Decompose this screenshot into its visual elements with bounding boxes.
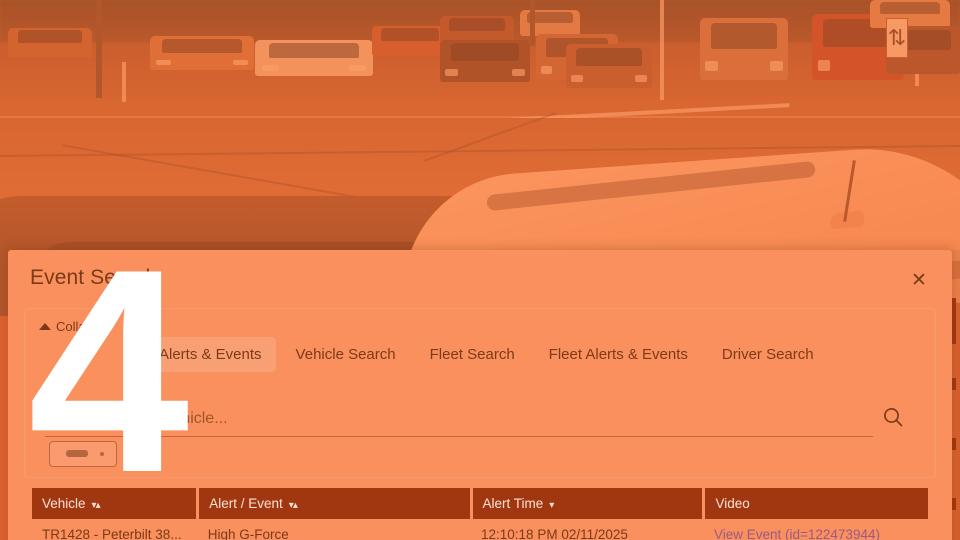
close-icon[interactable]: ✕ bbox=[906, 268, 932, 294]
collapse-toggle[interactable]: Collapse bbox=[39, 319, 107, 334]
modal-header: Event Search ✕ bbox=[8, 250, 952, 308]
tab-vehicle-search[interactable]: Vehicle Search bbox=[282, 337, 410, 372]
vehicle bbox=[255, 40, 373, 76]
column-header-video[interactable]: Video bbox=[703, 488, 928, 519]
page-title: Event Search bbox=[30, 266, 158, 289]
sort-icon[interactable]: ▾▴ bbox=[92, 500, 101, 511]
column-label: Alert / Event bbox=[209, 496, 283, 511]
sort-icon[interactable]: ▾▴ bbox=[289, 500, 298, 511]
lane-marking bbox=[660, 0, 664, 100]
event-search-modal: Event Search ✕ Collapse Alerts & Events … bbox=[8, 250, 952, 540]
column-header-vehicle[interactable]: Vehicle ▾▴ bbox=[32, 488, 200, 519]
table-header-row: Vehicle ▾▴ Alert / Event ▾▴ Alert Time ▾ Vi… bbox=[32, 488, 928, 519]
column-label: Video bbox=[715, 496, 750, 511]
table-row[interactable]: TR1428 - Peterbilt 38... High G-Force 12… bbox=[32, 519, 928, 540]
vehicle bbox=[372, 26, 448, 56]
vehicle bbox=[8, 28, 92, 58]
sort-icon[interactable]: ▾ bbox=[549, 500, 554, 511]
cell-alert-time: 12:10:18 PM 02/11/2025 bbox=[481, 527, 628, 540]
filter-chip-dot bbox=[100, 452, 104, 456]
screen-root: Event Search ✕ Collapse Alerts & Events … bbox=[0, 0, 960, 540]
column-label: Vehicle bbox=[42, 496, 86, 511]
cell-alert-event: High G-Force bbox=[207, 527, 289, 540]
results-table-container: Vehicle ▾▴ Alert / Event ▾▴ Alert Time ▾ Vi… bbox=[32, 488, 928, 540]
search-icon[interactable] bbox=[873, 397, 913, 437]
tab-driver-search[interactable]: Driver Search bbox=[708, 337, 828, 372]
vehicle bbox=[566, 44, 652, 88]
vehicle bbox=[700, 18, 788, 80]
column-header-alert-event[interactable]: Alert / Event ▾▴ bbox=[197, 488, 473, 519]
collapse-label: Collapse bbox=[56, 319, 107, 334]
tab-alerts-and-events[interactable]: Alerts & Events bbox=[145, 337, 276, 372]
vehicle bbox=[870, 0, 950, 28]
utility-pole bbox=[96, 0, 102, 98]
search-tabs: Alerts & Events Vehicle Search Fleet Sea… bbox=[145, 337, 925, 372]
search-input[interactable] bbox=[45, 406, 873, 437]
view-event-link[interactable]: View Event (id=122473944) bbox=[704, 519, 928, 540]
filter-chip-bar bbox=[66, 450, 88, 457]
tab-fleet-alerts-and-events[interactable]: Fleet Alerts & Events bbox=[535, 337, 702, 372]
vehicle bbox=[150, 36, 254, 70]
filter-chip-button[interactable] bbox=[49, 441, 117, 467]
utility-pole bbox=[530, 0, 535, 46]
column-label: Alert Time bbox=[482, 496, 544, 511]
search-panel: Collapse Alerts & Events Vehicle Search … bbox=[24, 308, 936, 478]
tab-fleet-search[interactable]: Fleet Search bbox=[416, 337, 529, 372]
search-row bbox=[45, 397, 913, 437]
vehicle bbox=[520, 10, 580, 36]
cell-vehicle: TR1428 - Peterbilt 38... bbox=[42, 527, 182, 540]
lane-marking bbox=[122, 62, 126, 102]
chevron-up-icon bbox=[39, 323, 51, 330]
lane-direction-sign bbox=[886, 18, 908, 58]
results-table: Vehicle ▾▴ Alert / Event ▾▴ Alert Time ▾ Vi… bbox=[32, 488, 928, 540]
vehicle bbox=[440, 40, 530, 82]
column-header-alert-time[interactable]: Alert Time ▾ bbox=[471, 488, 706, 519]
